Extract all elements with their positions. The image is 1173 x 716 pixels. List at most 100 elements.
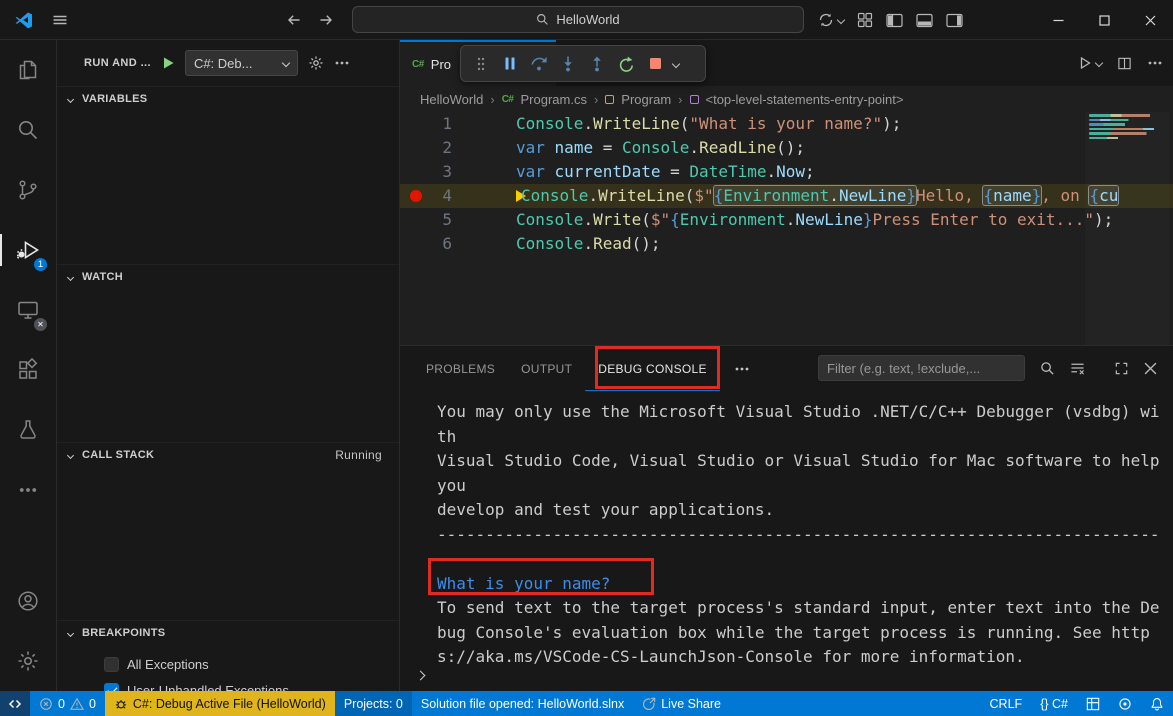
- token-highlight-box: {name}: [983, 186, 1041, 205]
- minimize-button[interactable]: [1035, 0, 1081, 40]
- step-out-icon[interactable]: [584, 51, 610, 77]
- breakpoint-row[interactable]: All Exceptions: [57, 651, 399, 677]
- minimap[interactable]: [1085, 112, 1169, 345]
- step-over-icon[interactable]: [526, 51, 552, 77]
- restart-icon[interactable]: [613, 51, 639, 77]
- toggle-sidebar-left-icon[interactable]: [886, 13, 903, 28]
- line-gutter[interactable]: 2: [400, 136, 484, 160]
- breakpoints-header[interactable]: BREAKPOINTS: [57, 621, 399, 645]
- line-gutter[interactable]: 1: [400, 112, 484, 136]
- search-console-icon[interactable]: [1040, 361, 1055, 376]
- console-filter-input[interactable]: [818, 355, 1025, 381]
- layout-grid-icon[interactable]: [857, 12, 873, 28]
- line-gutter[interactable]: 4: [400, 184, 484, 208]
- language-mode-item[interactable]: {} C#: [1031, 691, 1077, 716]
- line-gutter[interactable]: 6: [400, 232, 484, 256]
- toggle-panel-icon[interactable]: [916, 13, 933, 28]
- debug-status-item[interactable]: C#: Debug Active File (HelloWorld): [105, 691, 335, 716]
- eol-indicator[interactable]: CRLF: [981, 691, 1032, 716]
- run-or-debug-icon[interactable]: [1078, 56, 1102, 70]
- tab-output[interactable]: OUTPUT: [508, 346, 585, 391]
- projects-status-item[interactable]: Projects: 0: [335, 691, 412, 716]
- close-button[interactable]: [1127, 0, 1173, 40]
- breakpoint-slot[interactable]: [410, 214, 422, 226]
- sync-dropdown-icon[interactable]: [818, 12, 844, 28]
- settings-gear-icon[interactable]: [0, 631, 56, 691]
- launch-settings-gear-icon[interactable]: [308, 55, 324, 71]
- solution-status-item[interactable]: Solution file opened: HelloWorld.slnx: [412, 691, 633, 716]
- code-line[interactable]: 5 Console.Write($"{Environment.NewLine}Pr…: [400, 208, 1173, 232]
- code-text: Console.Write($"{Environment.NewLine}Pre…: [516, 208, 1113, 232]
- broadcast-icon[interactable]: [1109, 691, 1141, 716]
- watch-header[interactable]: WATCH: [57, 265, 399, 289]
- extensions-icon[interactable]: [0, 340, 56, 400]
- clear-console-icon[interactable]: [1070, 361, 1085, 376]
- breakpoint-slot[interactable]: [410, 118, 422, 130]
- code-line[interactable]: 2var name = Console.ReadLine();: [400, 136, 1173, 160]
- user-unhandled-exceptions-checkbox[interactable]: [104, 683, 119, 692]
- remote-indicator[interactable]: [0, 691, 30, 716]
- back-arrow-icon[interactable]: [286, 12, 302, 28]
- start-debugging-icon[interactable]: [161, 56, 175, 70]
- breakpoint-slot[interactable]: [410, 166, 422, 178]
- stop-dropdown-chevron-icon[interactable]: [672, 59, 680, 67]
- editor-more-icon[interactable]: [1147, 55, 1163, 71]
- pause-icon[interactable]: [497, 51, 523, 77]
- toggle-sidebar-right-icon[interactable]: [946, 13, 963, 28]
- call-stack-header[interactable]: CALL STACK Running: [57, 443, 399, 467]
- breadcrumb-item[interactable]: <top-level-statements-entry-point>: [706, 92, 904, 107]
- menu-icon[interactable]: [52, 12, 68, 28]
- method-symbol-icon: [690, 95, 699, 104]
- code-editor[interactable]: 1Console.WriteLine("What is your name?")…: [400, 112, 1173, 345]
- remote-explorer-icon[interactable]: ✕: [0, 280, 56, 340]
- console-lines[interactable]: You may only use the Microsoft Visual St…: [400, 391, 1173, 667]
- console-line: What is your name?: [437, 572, 1161, 597]
- breakpoint-row[interactable]: User-Unhandled Exceptions: [57, 677, 399, 691]
- code-line[interactable]: 1Console.WriteLine("What is your name?")…: [400, 112, 1173, 136]
- all-exceptions-checkbox[interactable]: [104, 657, 119, 672]
- breakpoint-slot[interactable]: [410, 142, 422, 154]
- warning-icon: [70, 697, 84, 711]
- tab-problems[interactable]: PROBLEMS: [413, 346, 508, 391]
- views-more-icon[interactable]: [334, 55, 350, 71]
- problems-status[interactable]: 0 0: [30, 691, 105, 716]
- explorer-icon[interactable]: [0, 40, 56, 100]
- bottom-panel: PROBLEMS OUTPUT DEBUG CONSOLE: [400, 345, 1173, 691]
- live-share-item[interactable]: Live Share: [633, 691, 730, 716]
- debug-badge: 1: [33, 257, 48, 272]
- tab-debug-console[interactable]: DEBUG CONSOLE: [585, 346, 720, 391]
- code-line[interactable]: 6Console.Read();: [400, 232, 1173, 256]
- console-input-prompt[interactable]: [417, 666, 424, 684]
- run-and-debug-icon[interactable]: 1: [0, 220, 56, 280]
- line-gutter[interactable]: 5: [400, 208, 484, 232]
- debug-config-dropdown[interactable]: C#: Deb...: [185, 50, 298, 76]
- warning-count: 0: [89, 697, 96, 711]
- toolbar-drag-handle[interactable]: [468, 51, 494, 77]
- search-sidebar-icon[interactable]: [0, 100, 56, 160]
- ports-grid-icon[interactable]: [1077, 691, 1109, 716]
- breadcrumb-item[interactable]: Program: [621, 92, 671, 107]
- breadcrumb-item[interactable]: Program.cs: [520, 92, 586, 107]
- maximize-panel-icon[interactable]: [1114, 361, 1129, 376]
- account-icon[interactable]: [0, 571, 56, 631]
- panel-more-icon[interactable]: [734, 361, 750, 377]
- more-views-icon[interactable]: [0, 460, 56, 520]
- breakpoint-dot[interactable]: [410, 190, 422, 202]
- line-gutter[interactable]: 3: [400, 160, 484, 184]
- maximize-button[interactable]: [1081, 0, 1127, 40]
- source-control-icon[interactable]: [0, 160, 56, 220]
- step-into-icon[interactable]: [555, 51, 581, 77]
- notifications-bell-icon[interactable]: [1141, 691, 1173, 716]
- bug-icon: [114, 697, 128, 711]
- forward-arrow-icon[interactable]: [318, 12, 334, 28]
- stop-icon[interactable]: [642, 51, 668, 77]
- command-center-search[interactable]: HelloWorld: [352, 6, 804, 33]
- variables-header[interactable]: VARIABLES: [57, 87, 399, 111]
- split-editor-icon[interactable]: [1117, 56, 1132, 71]
- testing-icon[interactable]: [0, 400, 56, 460]
- close-panel-icon[interactable]: [1144, 362, 1157, 375]
- code-line[interactable]: 4Console.WriteLine($"{Environment.NewLin…: [400, 184, 1173, 208]
- code-line[interactable]: 3var currentDate = DateTime.Now;: [400, 160, 1173, 184]
- breadcrumb-item[interactable]: HelloWorld: [420, 92, 483, 107]
- breakpoint-slot[interactable]: [410, 238, 422, 250]
